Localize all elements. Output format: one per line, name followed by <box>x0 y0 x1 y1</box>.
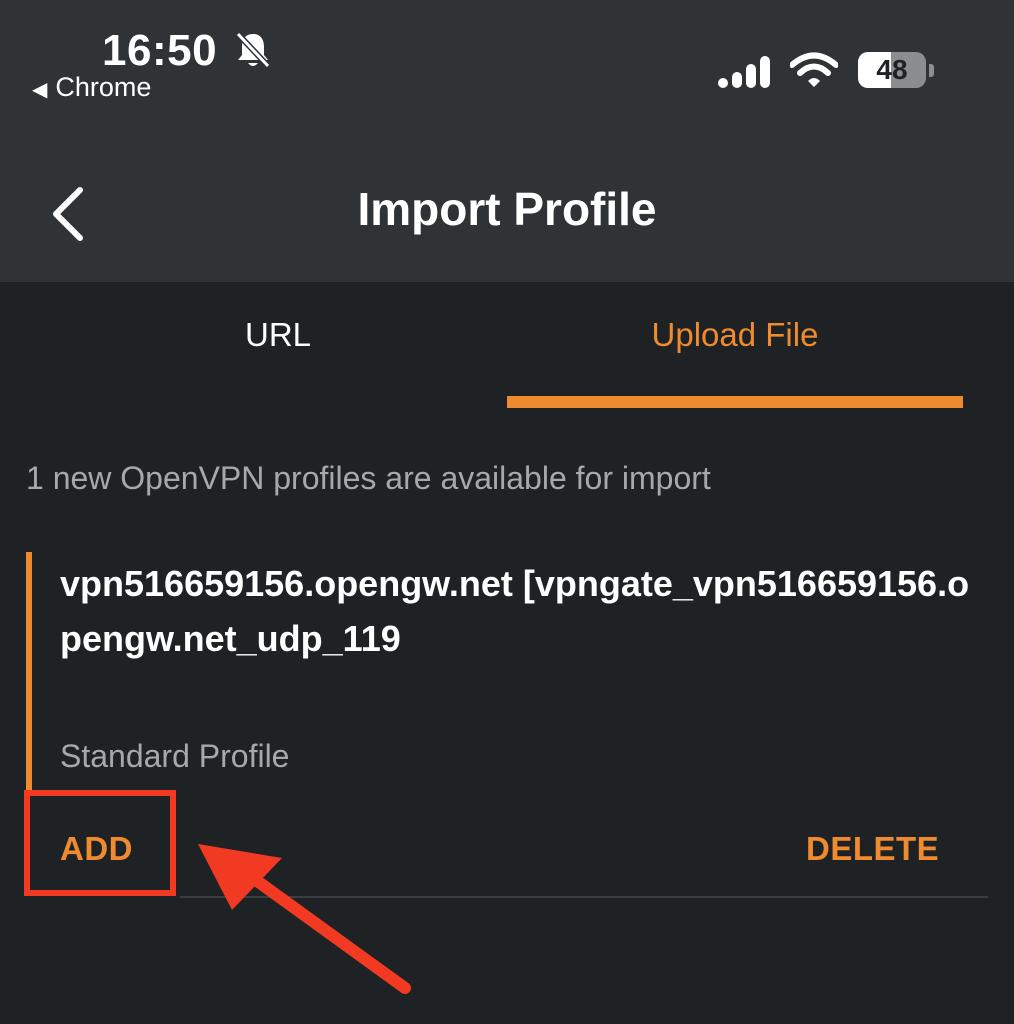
battery-icon: 48 <box>858 52 936 90</box>
page-title: Import Profile <box>357 183 657 235</box>
tab-active-indicator <box>507 396 963 408</box>
battery-body: 48 <box>858 52 926 88</box>
signal-icon <box>718 56 770 88</box>
tab-upload-file[interactable]: Upload File <box>507 316 963 366</box>
back-triangle-icon: ◀ <box>32 79 48 101</box>
status-time: 16:50 <box>102 26 218 75</box>
back-to-app[interactable]: ◀ Chrome <box>32 72 151 103</box>
wifi-icon <box>790 52 838 87</box>
back-app-label: Chrome <box>55 72 152 102</box>
annotation-arrow-icon <box>198 844 411 994</box>
import-info-text: 1 new OpenVPN profiles are available for… <box>26 460 711 496</box>
tab-url[interactable]: URL <box>48 316 508 366</box>
delete-button[interactable]: DELETE <box>806 830 939 868</box>
annotation-highlight-box <box>24 790 176 896</box>
battery-level: 48 <box>876 54 908 85</box>
profile-name: vpn516659156.opengw.net [vpngate_vpn5166… <box>60 563 970 659</box>
battery-nub <box>929 64 934 77</box>
profile-card-accent <box>26 552 32 790</box>
profile-type: Standard Profile <box>60 738 290 774</box>
bell-slash-icon <box>235 31 271 69</box>
